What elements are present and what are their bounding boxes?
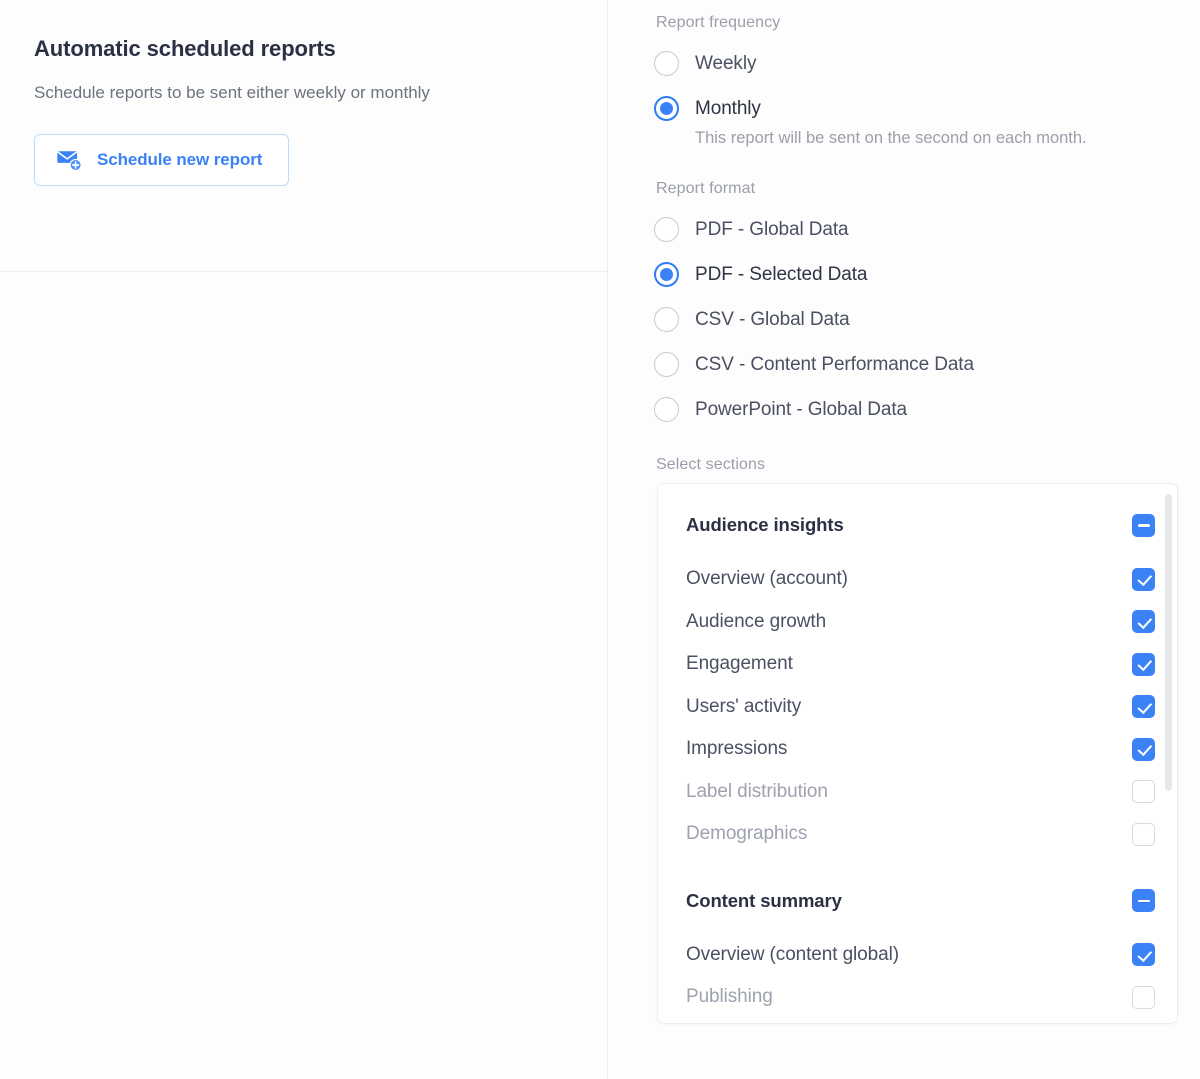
section-item-label: Demographics (686, 823, 807, 845)
spacer-between-groups (686, 856, 1155, 886)
radio-label-monthly: Monthly (695, 98, 761, 120)
section-item-label: Impressions (686, 738, 787, 760)
schedule-new-report-button[interactable]: Schedule new report (34, 134, 289, 186)
checkbox-demographics[interactable] (1132, 823, 1155, 846)
radio-label-weekly: Weekly (695, 53, 756, 75)
sections-scrollbar-thumb[interactable] (1165, 494, 1172, 791)
section-item-impressions[interactable]: Impressions (686, 728, 1155, 771)
section-item-label: Overview (content global) (686, 944, 899, 966)
section-item-engagement[interactable]: Engagement (686, 643, 1155, 686)
automatic-scheduled-reports-card: Automatic scheduled reports Schedule rep… (0, 0, 607, 272)
section-item-overview-account[interactable]: Overview (account) (686, 558, 1155, 601)
page-subtitle: Schedule reports to be sent either weekl… (34, 79, 524, 107)
radio-label-pdf-selected: PDF - Selected Data (695, 264, 867, 286)
checkbox-audience-growth[interactable] (1132, 610, 1155, 633)
section-item-users-activity[interactable]: Users' activity (686, 686, 1155, 729)
radio-circle-monthly[interactable] (654, 96, 679, 121)
section-group-header-content-summary[interactable]: Content summary (686, 886, 1155, 916)
checkbox-content-summary-group[interactable] (1132, 889, 1155, 912)
section-item-label: Audience growth (686, 611, 826, 633)
radio-label-csv-global: CSV - Global Data (695, 309, 850, 331)
radio-option-weekly[interactable]: Weekly (654, 41, 1200, 86)
checkbox-overview-account[interactable] (1132, 568, 1155, 591)
radio-label-csv-content-performance: CSV - Content Performance Data (695, 354, 974, 376)
select-sections-label: Select sections (656, 456, 1200, 474)
radio-circle-csv-content-performance[interactable] (654, 352, 679, 377)
section-group-header-audience-insights[interactable]: Audience insights (686, 510, 1155, 540)
radio-option-csv-global[interactable]: CSV - Global Data (654, 297, 1200, 342)
checkbox-overview-content-global[interactable] (1132, 943, 1155, 966)
frequency-helper-text: This report will be sent on the second o… (695, 127, 1200, 150)
scheduled-reports-screen: Automatic scheduled reports Schedule rep… (0, 0, 1200, 1079)
radio-option-pdf-global[interactable]: PDF - Global Data (654, 207, 1200, 252)
sections-scrollbar-track[interactable] (1165, 490, 1172, 1017)
radio-circle-powerpoint-global[interactable] (654, 397, 679, 422)
radio-circle-csv-global[interactable] (654, 307, 679, 332)
page-title: Automatic scheduled reports (34, 36, 573, 62)
section-item-audience-growth[interactable]: Audience growth (686, 601, 1155, 644)
report-format-radio-group: PDF - Global Data PDF - Selected Data CS… (654, 207, 1200, 432)
checkbox-audience-insights-group[interactable] (1132, 514, 1155, 537)
right-panel: Report frequency Weekly Monthly This rep… (608, 0, 1200, 1079)
radio-circle-pdf-global[interactable] (654, 217, 679, 242)
envelope-plus-icon (57, 148, 83, 172)
section-item-publishing[interactable]: Publishing (686, 976, 1155, 1019)
radio-option-monthly[interactable]: Monthly (654, 86, 1200, 131)
section-group-title-content-summary: Content summary (686, 890, 842, 912)
section-item-label: Publishing (686, 986, 773, 1008)
checkbox-users-activity[interactable] (1132, 695, 1155, 718)
radio-label-pdf-global: PDF - Global Data (695, 219, 849, 241)
radio-circle-weekly[interactable] (654, 51, 679, 76)
radio-option-powerpoint-global[interactable]: PowerPoint - Global Data (654, 387, 1200, 432)
schedule-new-report-label: Schedule new report (97, 150, 262, 170)
radio-option-csv-content-performance[interactable]: CSV - Content Performance Data (654, 342, 1200, 387)
radio-label-powerpoint-global: PowerPoint - Global Data (695, 399, 907, 421)
sections-card: Audience insights Overview (account) Aud… (657, 483, 1178, 1024)
section-item-label-distribution[interactable]: Label distribution (686, 771, 1155, 814)
checkbox-engagement[interactable] (1132, 653, 1155, 676)
section-item-label: Users' activity (686, 696, 801, 718)
spacer-frequency-format (654, 150, 1200, 180)
radio-option-pdf-selected[interactable]: PDF - Selected Data (654, 252, 1200, 297)
report-frequency-radio-group: Weekly Monthly This report will be sent … (654, 41, 1200, 150)
checkbox-label-distribution[interactable] (1132, 780, 1155, 803)
checkbox-impressions[interactable] (1132, 738, 1155, 761)
section-item-demographics[interactable]: Demographics (686, 813, 1155, 856)
section-item-label: Engagement (686, 653, 793, 675)
report-frequency-label: Report frequency (656, 14, 1200, 32)
section-item-label: Label distribution (686, 781, 828, 803)
section-item-label: Overview (account) (686, 568, 848, 590)
report-format-label: Report format (656, 180, 1200, 198)
section-group-title-audience-insights: Audience insights (686, 514, 844, 536)
section-item-overview-content-global[interactable]: Overview (content global) (686, 934, 1155, 977)
radio-circle-pdf-selected[interactable] (654, 262, 679, 287)
spacer-format-sections (654, 432, 1200, 456)
left-panel: Automatic scheduled reports Schedule rep… (0, 0, 608, 1079)
checkbox-publishing[interactable] (1132, 986, 1155, 1009)
